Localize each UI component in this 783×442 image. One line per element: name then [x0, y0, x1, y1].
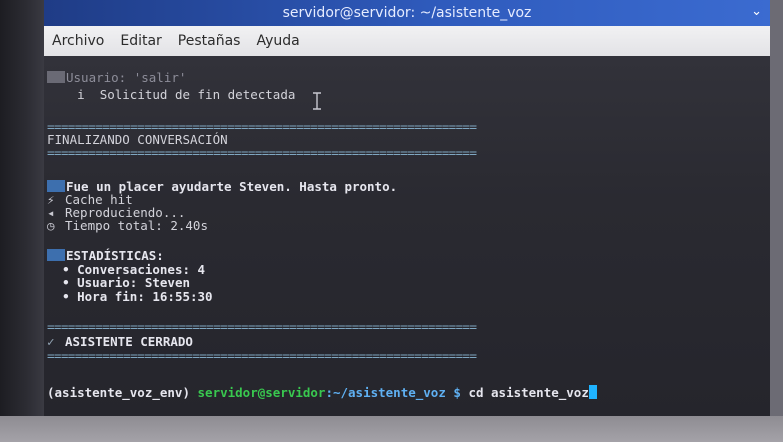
clock-icon: ◷ [47, 218, 55, 233]
closed-line: ✓ ASISTENTE CERRADO [47, 334, 193, 349]
stat-end-time: • Hora fin: 16:55:30 [62, 289, 213, 304]
separator: ========================================… [47, 145, 477, 160]
command-input[interactable]: cd asistente_voz [468, 385, 588, 400]
photo-bezel-right [770, 0, 783, 442]
user-input-text: Usuario: 'salir' [66, 70, 187, 85]
separator: ========================================… [47, 348, 477, 363]
prompt-path: :~/asistente_voz $ [325, 385, 469, 400]
menu-archivo[interactable]: Archivo [52, 33, 104, 49]
menu-ayuda[interactable]: Ayuda [256, 33, 299, 49]
photo-bezel-bottom [0, 416, 783, 442]
stat-line: • Hora fin: 16:55:30 [47, 290, 213, 303]
total-time-line: ◷ Tiempo total: 2.40s [47, 218, 208, 233]
stat-line: • Usuario: Steven [47, 276, 190, 289]
menu-editar[interactable]: Editar [120, 33, 161, 49]
chevron-down-icon[interactable]: ⌄ [751, 4, 762, 19]
stats-header-text: ESTADÍSTICAS: [66, 248, 164, 263]
stats-header-line: ESTADÍSTICAS: [47, 249, 164, 262]
total-time-text: Tiempo total: 2.40s [65, 218, 208, 233]
stat-user: • Usuario: Steven [62, 275, 190, 290]
text-cursor-icon [313, 92, 321, 110]
prompt-line[interactable]: (asistente_voz_env) servidor@servidor:~/… [47, 385, 597, 399]
info-icon: i [77, 87, 85, 102]
user-input-line: Usuario: 'salir' [47, 71, 186, 84]
terminal-window: servidor@servidor: ~/asistente_voz ⌄ Arc… [44, 0, 770, 416]
separator: ========================================… [47, 319, 477, 334]
terminal-cursor [588, 385, 597, 399]
end-request-text: Solicitud de fin detectada [99, 87, 296, 102]
stats-emoji-icon [47, 249, 65, 261]
emoji-box-icon [47, 71, 65, 83]
end-request-line: i Solicitud de fin detectada [47, 88, 295, 101]
terminal-output[interactable]: Usuario: 'salir' i Solicitud de fin dete… [44, 56, 770, 416]
chat-emoji-icon [47, 180, 65, 192]
prompt-user-host: servidor@servidor [197, 385, 326, 400]
menu-bar: Archivo Editar Pestañas Ayuda [44, 26, 770, 56]
prompt-env: (asistente_voz_env) [47, 385, 198, 400]
closed-text: ASISTENTE CERRADO [65, 334, 193, 349]
menu-pestanas[interactable]: Pestañas [178, 33, 241, 49]
photo-bezel-left [0, 0, 44, 442]
check-icon: ✓ [47, 334, 55, 349]
title-bar: servidor@servidor: ~/asistente_voz ⌄ [44, 0, 770, 26]
window-title: servidor@servidor: ~/asistente_voz [282, 5, 532, 21]
